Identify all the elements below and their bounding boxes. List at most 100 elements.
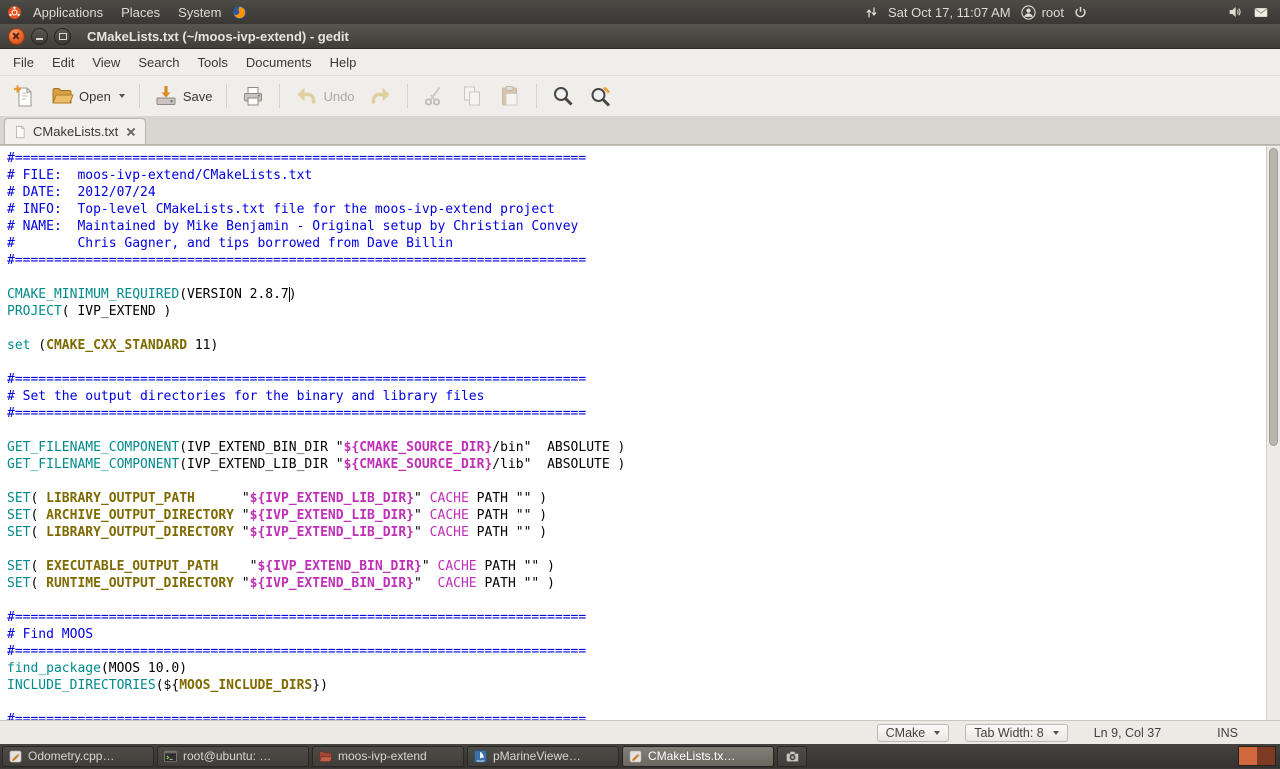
new-button[interactable] [6, 81, 42, 111]
cut-button [416, 81, 452, 111]
document-icon [13, 125, 27, 139]
menu-places[interactable]: Places [113, 5, 168, 20]
code-line: # Find MOOS [7, 627, 94, 642]
tab-width-selector[interactable]: Tab Width: 8 [965, 723, 1068, 742]
open-button[interactable]: Open [44, 81, 131, 111]
copy-icon [460, 84, 484, 108]
window-title: CMakeLists.txt (~/moos-ivp-extend) - ged… [87, 28, 349, 44]
code-line: INCLUDE_DIRECTORIES(${MOOS_INCLUDE_DIRS}… [7, 678, 328, 693]
terminal-icon [163, 749, 178, 764]
maximize-button[interactable] [54, 27, 71, 45]
camera-icon [785, 749, 800, 764]
find-icon [551, 84, 575, 108]
toolbar-separator [138, 84, 140, 108]
tab-width-label: Tab Width: 8 [974, 725, 1044, 740]
gedit-icon [8, 749, 23, 764]
menu-search[interactable]: Search [129, 55, 188, 70]
taskbar-item-odometry-cpp[interactable]: Odometry.cpp… [2, 745, 154, 767]
editor[interactable]: #=======================================… [0, 145, 1280, 720]
toolbar-separator [535, 84, 537, 108]
code-line: #=======================================… [7, 372, 587, 387]
menu-edit[interactable]: Edit [43, 55, 83, 70]
titlebar[interactable]: CMakeLists.txt (~/moos-ivp-extend) - ged… [0, 24, 1280, 49]
toolbar-separator [406, 84, 408, 108]
menu-applications[interactable]: Applications [25, 5, 111, 20]
save-icon [154, 84, 178, 108]
code-line: # FILE: moos-ivp-extend/CMakeLists.txt [7, 168, 313, 183]
find-replace-button[interactable] [583, 81, 619, 111]
open-label: Open [79, 88, 111, 104]
mail-icon[interactable] [1252, 5, 1270, 20]
find-replace-icon [589, 84, 613, 108]
workspace-1[interactable] [1239, 747, 1257, 765]
scrollbar-thumb[interactable] [1268, 148, 1278, 447]
menu-tools[interactable]: Tools [189, 55, 237, 70]
code-line: SET( RUNTIME_OUTPUT_DIRECTORY "${IVP_EXT… [7, 576, 555, 591]
find-button[interactable] [545, 81, 581, 111]
code-line: #=======================================… [7, 712, 587, 720]
workspace-2[interactable] [1257, 747, 1275, 765]
workspace-switcher[interactable] [1238, 746, 1276, 766]
print-button[interactable] [235, 81, 271, 111]
cut-icon [422, 84, 446, 108]
code-line: # INFO: Top-level CMakeLists.txt file fo… [7, 202, 555, 217]
editor-scrollbar[interactable] [1266, 146, 1280, 720]
menu-documents[interactable]: Documents [237, 55, 321, 70]
menu-help[interactable]: Help [321, 55, 366, 70]
dropdown-arrow-icon [1052, 730, 1059, 735]
network-indicator-icon[interactable] [864, 5, 879, 20]
code-line: SET( EXECUTABLE_OUTPUT_PATH "${IVP_EXTEN… [7, 559, 555, 574]
cursor-position: Ln 9, Col 37 [1093, 725, 1162, 740]
menu-file[interactable]: File [4, 55, 43, 70]
code-line: SET( LIBRARY_OUTPUT_DIRECTORY "${IVP_EXT… [7, 525, 548, 540]
toolbar: Open Save Undo [0, 76, 1280, 117]
user-menu-icon[interactable] [1020, 4, 1037, 21]
tab-label: CMakeLists.txt [33, 124, 119, 139]
open-dropdown-arrow[interactable] [118, 94, 125, 98]
tab-cmakelists[interactable]: CMakeLists.txt [4, 118, 147, 144]
toolbar-separator [279, 84, 281, 108]
language-selector[interactable]: CMake [876, 723, 950, 742]
undo-button: Undo [288, 81, 360, 111]
taskbar-items: Odometry.cpp… root@ubuntu: … moos-ivp-exte… [2, 743, 807, 769]
taskbar-item-cmakelists-tx[interactable]: CMakeLists.tx… [622, 745, 774, 767]
statusbar: CMake Tab Width: 8 Ln 9, Col 37 INS [0, 720, 1280, 744]
volume-icon[interactable] [1227, 4, 1243, 20]
code-line: GET_FILENAME_COMPONENT(IVP_EXTEND_LIB_DI… [7, 457, 626, 472]
code-line: find_package(MOOS 10.0) [7, 661, 188, 676]
user-menu-label[interactable]: root [1042, 5, 1064, 20]
copy-button [454, 81, 490, 111]
minimize-button[interactable] [31, 27, 48, 45]
menu-view[interactable]: View [83, 55, 129, 70]
taskbar-item-root-ubuntu[interactable]: root@ubuntu: … [157, 745, 309, 767]
code-line: #=======================================… [7, 406, 587, 421]
undo-icon [294, 84, 318, 108]
code-line: # Chris Gagner, and tips borrowed from D… [7, 236, 454, 251]
clock[interactable]: Sat Oct 17, 11:07 AM [888, 5, 1011, 20]
language-label: CMake [885, 725, 926, 740]
gedit-window: CMakeLists.txt (~/moos-ivp-extend) - ged… [0, 24, 1280, 744]
save-button[interactable]: Save [148, 81, 219, 111]
print-icon [241, 84, 265, 108]
editor-code[interactable]: #=======================================… [0, 146, 1280, 720]
firefox-launcher-icon[interactable] [231, 4, 248, 21]
menu-system[interactable]: System [170, 5, 229, 20]
ubuntu-logo-icon[interactable] [6, 4, 23, 21]
code-line: set (CMAKE_CXX_STANDARD 11) [7, 338, 219, 353]
taskbar-item-moos-ivp-extend[interactable]: moos-ivp-extend [312, 745, 464, 767]
close-button[interactable] [8, 27, 25, 45]
code-line: SET( LIBRARY_OUTPUT_PATH "${IVP_EXTEND_L… [7, 491, 548, 506]
power-icon[interactable] [1073, 5, 1088, 20]
insert-mode-indicator: INS [1217, 725, 1238, 740]
code-line: #=======================================… [7, 610, 587, 625]
tab-close-icon[interactable] [124, 125, 137, 138]
taskbar-item-camera[interactable] [777, 745, 807, 767]
paste-icon [498, 84, 522, 108]
taskbar-item-label: CMakeLists.tx… [648, 749, 736, 763]
taskbar-item-pmarineviewe[interactable]: pMarineViewe… [467, 745, 619, 767]
